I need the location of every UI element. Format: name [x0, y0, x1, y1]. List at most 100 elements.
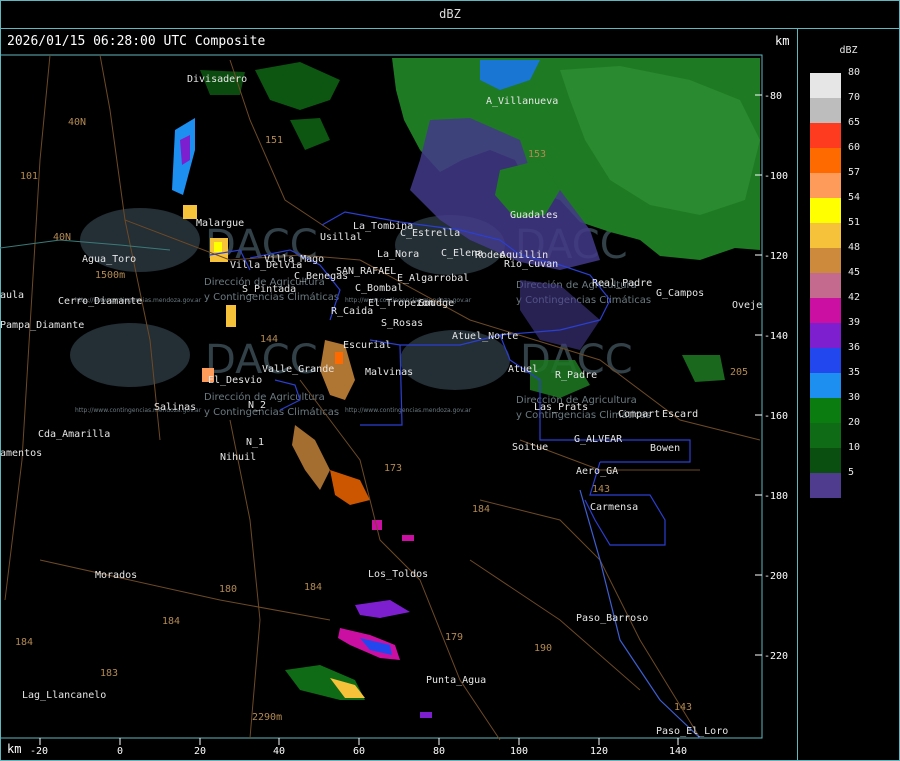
place-label: Malvinas	[365, 367, 413, 378]
place-label: Los_Toldos	[368, 569, 428, 580]
place-label: Divisadero	[187, 74, 247, 85]
legend-swatch	[810, 348, 841, 373]
place-label: N_1	[246, 437, 264, 448]
legend-level-label: 20	[848, 417, 861, 428]
legend-level-label: 48	[848, 242, 861, 253]
legend-swatch	[810, 473, 841, 498]
road-label: 40N	[68, 117, 86, 128]
place-label: G_ALVEAR	[574, 434, 623, 445]
x-tick-label: 80	[433, 746, 445, 757]
legend-level-label: 51	[848, 217, 861, 228]
legend-level-label: 36	[848, 342, 861, 353]
place-label: Aero_GA	[576, 466, 618, 477]
x-tick-label: -20	[30, 746, 48, 757]
legend-swatch	[810, 398, 841, 423]
x-axis-ticks: -20 0 20 40 60 80 100 120 140	[30, 738, 687, 757]
place-label: Las_Prats	[534, 402, 588, 413]
place-label: El_Desvio	[208, 375, 262, 386]
y-tick-label: -180	[764, 491, 788, 502]
road-label: 205	[730, 367, 748, 378]
x-tick-label: 40	[273, 746, 285, 757]
place-label: G_Campos	[656, 288, 704, 299]
y-tick-label: -120	[764, 251, 788, 262]
place-label: Bowen	[650, 443, 680, 454]
legend-level-label: 80	[848, 67, 861, 78]
place-label: S_Pintada	[242, 284, 296, 295]
road-label: 143	[592, 484, 610, 495]
place-label: E_Algarrobal	[397, 273, 469, 284]
road-label: 153	[528, 149, 546, 160]
place-label: N_2	[248, 400, 266, 411]
place-label: La_Nora	[377, 249, 419, 260]
place-label: Atuel	[508, 364, 538, 375]
legend-level-label: 42	[848, 292, 861, 303]
place-label: aula	[0, 290, 24, 301]
legend-swatch	[810, 323, 841, 348]
x-tick-label: 0	[117, 746, 123, 757]
road-label: 144	[260, 334, 278, 345]
place-label: A_Villanueva	[486, 96, 558, 107]
place-label: Atuel_Norte	[452, 331, 518, 342]
place-label: Escurial	[343, 340, 391, 351]
x-tick-label: 100	[510, 746, 528, 757]
place-label: S_Rosas	[381, 318, 423, 329]
legend-level-label: 39	[848, 317, 861, 328]
place-label: Lag_Llancanelo	[22, 690, 106, 701]
road-label: 190	[534, 643, 552, 654]
road-label: 184	[162, 616, 180, 627]
unit-label-bottom: km	[7, 742, 22, 756]
place-label: Valle_Grande	[262, 364, 334, 375]
road-label: 184	[15, 637, 33, 648]
legend-swatch	[810, 73, 841, 98]
legend-level-label: 60	[848, 142, 861, 153]
place-label: Compart	[618, 409, 660, 420]
legend-level-label: 54	[848, 192, 861, 203]
place-label: Usillal	[320, 232, 362, 243]
y-tick-label: -220	[764, 651, 788, 662]
place-label: Guadales	[510, 210, 558, 221]
legend-swatch	[810, 448, 841, 473]
place-label: Punta_Agua	[426, 675, 486, 686]
place-label: Pampa_Diamante	[0, 320, 84, 331]
y-tick-label: -160	[764, 411, 788, 422]
place-label: Real_Padre	[592, 278, 652, 289]
legend-swatch	[810, 273, 841, 298]
legend-swatch	[810, 373, 841, 398]
legend-swatch	[810, 223, 841, 248]
road-label: 2290m	[252, 712, 282, 723]
y-tick-label: -140	[764, 331, 788, 342]
legend-swatch	[810, 173, 841, 198]
road-label: 143	[674, 702, 692, 713]
place-label: Paso_Barroso	[576, 613, 648, 624]
color-scale-bar	[810, 73, 841, 498]
legend-level-label: 70	[848, 92, 861, 103]
legend-level-label: 65	[848, 117, 861, 128]
legend-level-label: 30	[848, 392, 861, 403]
place-label: Agua_Toro	[82, 254, 136, 265]
place-label: R_Caida	[331, 306, 373, 317]
place-label: R_Padre	[555, 370, 597, 381]
watermark-url: http://www.contingencias.mendoza.gov.ar	[345, 407, 472, 414]
legend-swatch	[810, 123, 841, 148]
road-label: 183	[100, 668, 118, 679]
road-label: 184	[472, 504, 490, 515]
legend-level-label: 35	[848, 367, 861, 378]
place-label: amentos	[0, 448, 42, 459]
x-tick-label: 120	[590, 746, 608, 757]
x-tick-label: 60	[353, 746, 365, 757]
unit-label-top: km	[775, 34, 790, 48]
y-tick-label: -100	[764, 171, 788, 182]
place-label: Cerro_Diamante	[58, 296, 142, 307]
legend-level-label: 5	[848, 467, 855, 478]
legend-swatch	[810, 423, 841, 448]
radar-map[interactable]: DACC DACC DACC DACC Dirección de Agricul…	[0, 0, 798, 761]
place-label: C_Bombal	[355, 283, 403, 294]
place-label: Nihuil	[220, 452, 256, 463]
road-label: 151	[265, 135, 283, 146]
road-label: 173	[384, 463, 402, 474]
legend-level-label: 57	[848, 167, 861, 178]
place-label: Salinas	[154, 402, 196, 413]
place-label: Morados	[95, 570, 137, 581]
y-tick-label: -80	[764, 91, 782, 102]
place-label: C_Estrella	[400, 228, 460, 239]
